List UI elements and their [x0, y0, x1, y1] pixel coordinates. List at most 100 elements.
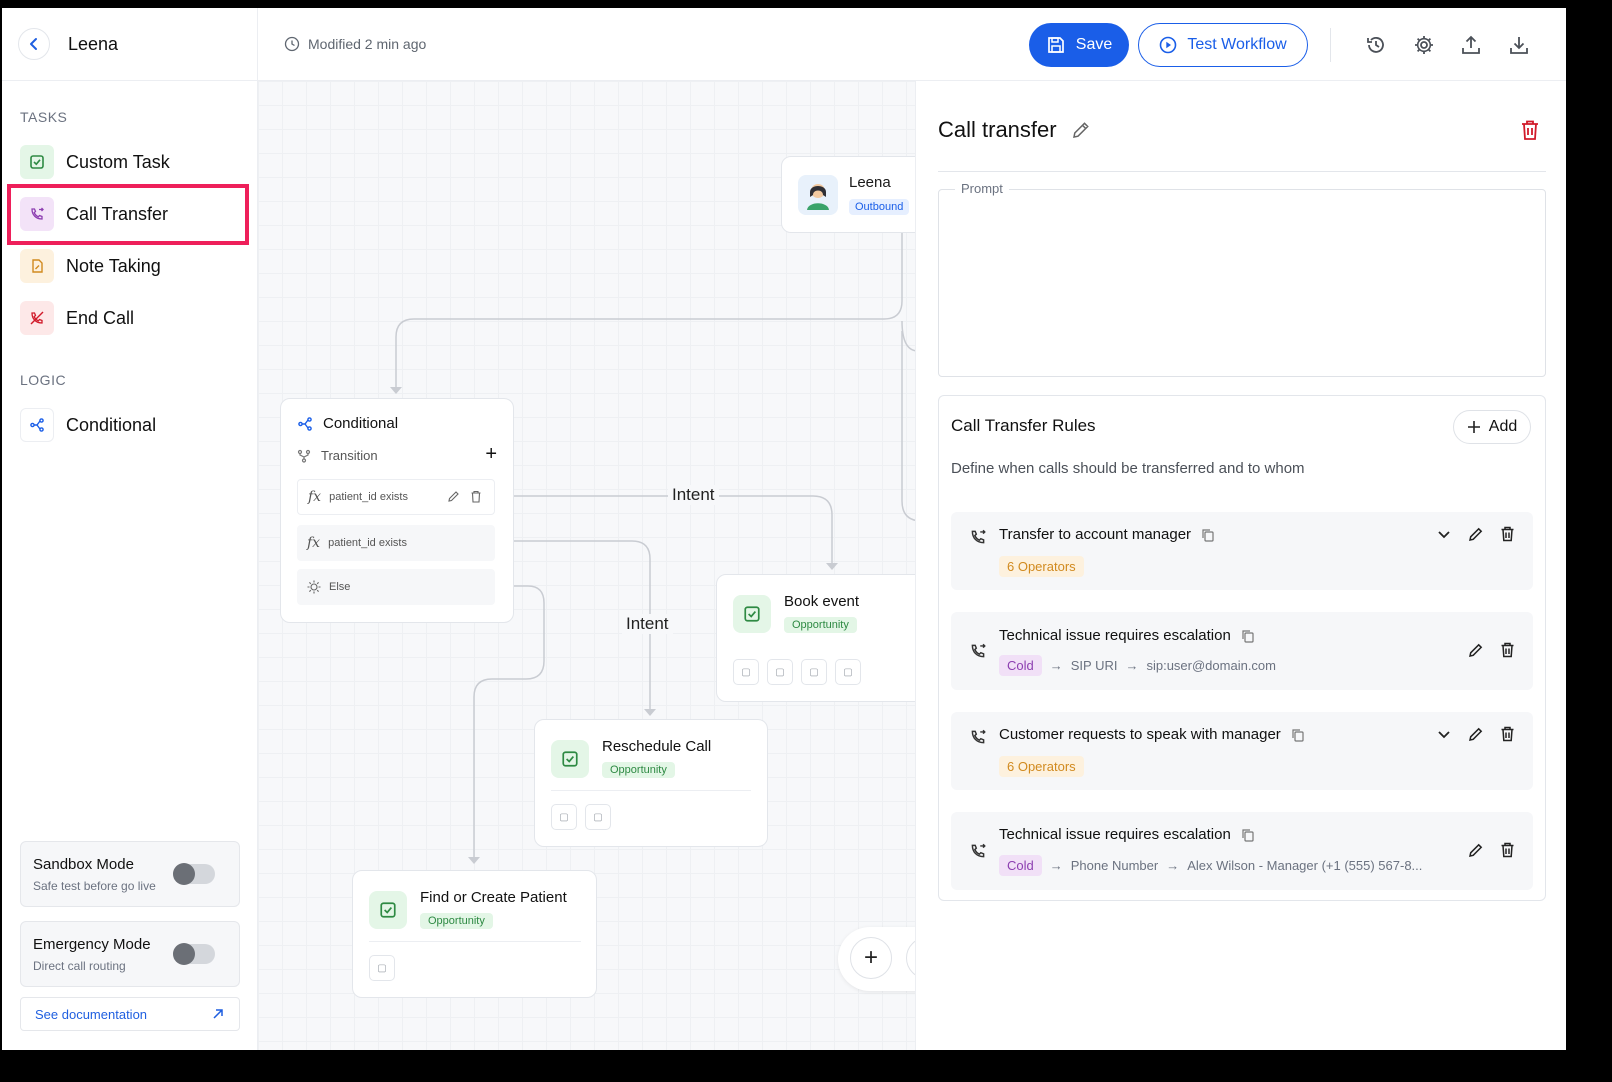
prompt-field[interactable]: Prompt	[938, 181, 1546, 377]
task-node-badge: Opportunity	[784, 617, 857, 633]
condition-row[interactable]: fx patient_id exists	[297, 525, 495, 561]
check-square-icon	[551, 740, 589, 778]
transition-row: Transition	[297, 448, 378, 463]
add-transition-button[interactable]: +	[485, 443, 497, 466]
rule-meta: Cold → SIP URI → sip:user@domain.com	[999, 655, 1276, 676]
task-action-icon[interactable]: ▢	[369, 955, 395, 981]
properties-panel: Call transfer Prompt Call Transfer Rules…	[915, 81, 1566, 1050]
back-button[interactable]	[18, 28, 50, 60]
sidebar-item-label: Custom Task	[66, 151, 170, 172]
phone-transfer-icon	[969, 728, 987, 751]
transfer-rule[interactable]: Technical issue requires escalation Cold…	[951, 812, 1533, 890]
operators-badge: 6 Operators	[999, 556, 1084, 577]
task-action-icon[interactable]: ▢	[585, 804, 611, 830]
function-icon: fx	[308, 489, 322, 505]
transfer-rule[interactable]: Technical issue requires escalation Cold…	[951, 612, 1533, 690]
edit-icon[interactable]	[1071, 120, 1091, 140]
edit-icon[interactable]	[1468, 842, 1484, 858]
phone-transfer-icon	[969, 842, 987, 865]
transfer-rule[interactable]: Transfer to account manager 6 Operators	[951, 512, 1533, 590]
workflow-name: Leena	[68, 33, 119, 54]
agent-avatar-icon	[807, 184, 829, 210]
copy-icon[interactable]	[1241, 629, 1255, 643]
arrow-right-icon: →	[1166, 858, 1180, 873]
check-square-icon	[20, 145, 54, 179]
task-node-find-or-create-patient[interactable]: Find or Create Patient Opportunity ▢	[352, 870, 597, 998]
sidebar-item-label: Note Taking	[66, 255, 161, 276]
download-icon[interactable]	[1506, 32, 1532, 58]
play-circle-icon	[1160, 36, 1177, 54]
phone-off-icon	[20, 301, 54, 335]
trash-icon[interactable]	[470, 490, 482, 506]
agent-node-title: Leena	[849, 174, 891, 191]
documentation-link[interactable]: See documentation	[20, 997, 240, 1031]
task-node-title: Find or Create Patient	[420, 889, 567, 906]
trash-icon[interactable]	[1500, 642, 1515, 658]
task-action-icon[interactable]: ▢	[551, 804, 577, 830]
trash-icon[interactable]	[1500, 726, 1515, 742]
trash-icon[interactable]	[1500, 526, 1515, 542]
rules-description: Define when calls should be transferred …	[951, 460, 1305, 477]
task-action-icon[interactable]: ▢	[733, 659, 759, 685]
settings-icon[interactable]	[1411, 32, 1437, 58]
workflow-canvas[interactable]: Leena Outbound Conditional Transition + …	[258, 81, 916, 1050]
rule-actions	[1468, 642, 1515, 658]
branch-icon	[20, 408, 54, 442]
agent-node[interactable]: Leena Outbound	[781, 156, 916, 233]
emergency-toggle[interactable]	[173, 943, 215, 965]
add-rule-button[interactable]: Add	[1453, 410, 1531, 444]
edit-icon[interactable]	[1468, 526, 1484, 542]
arrow-right-icon: →	[1049, 658, 1063, 673]
delete-node-icon[interactable]	[1520, 119, 1540, 146]
tasks-section-label: TASKS	[20, 109, 68, 125]
upload-icon[interactable]	[1458, 32, 1484, 58]
task-node-reschedule-call[interactable]: Reschedule Call Opportunity ▢ ▢	[534, 719, 768, 847]
task-action-icon[interactable]: ▢	[767, 659, 793, 685]
chevron-down-icon[interactable]	[1436, 526, 1452, 542]
sidebar-item-end-call[interactable]: End Call	[20, 298, 246, 338]
modified-text: Modified 2 min ago	[308, 36, 427, 52]
sandbox-toggle[interactable]	[173, 863, 215, 885]
panel-title: Call transfer	[938, 117, 1057, 142]
chevron-down-icon[interactable]	[1436, 726, 1452, 742]
arrow-right-icon: →	[1049, 858, 1063, 873]
trash-icon[interactable]	[1500, 842, 1515, 858]
conditional-node-title: Conditional	[323, 415, 399, 432]
sidebar-item-label: Conditional	[66, 414, 157, 435]
condition-row[interactable]: fx patient_id exists	[297, 479, 495, 515]
task-node-book-event[interactable]: Book event Opportunity ▢ ▢ ▢ ▢	[716, 574, 916, 702]
add-node-button[interactable]: +	[850, 937, 892, 979]
task-node-badge: Opportunity	[420, 913, 493, 929]
sidebar-item-note-taking[interactable]: Note Taking	[20, 246, 246, 286]
edit-icon[interactable]	[1468, 642, 1484, 658]
task-node-title: Reschedule Call	[602, 738, 712, 755]
sidebar-item-conditional[interactable]: Conditional	[20, 405, 246, 445]
note-icon	[20, 249, 54, 283]
copy-icon[interactable]	[1241, 828, 1255, 842]
rule-meta: Cold → Phone Number → Alex Wilson - Mana…	[999, 855, 1459, 876]
else-row[interactable]: Else	[297, 569, 495, 605]
edit-icon[interactable]	[447, 490, 460, 506]
screen-edge	[1566, 0, 1612, 1082]
history-icon[interactable]	[1363, 32, 1389, 58]
save-button[interactable]: Save	[1029, 23, 1129, 67]
selection-highlight	[7, 184, 249, 245]
rules-title: Call Transfer Rules	[951, 416, 1096, 435]
fork-icon	[297, 449, 311, 463]
chevron-left-icon	[30, 38, 37, 50]
conditional-node[interactable]: Conditional Transition + fx patient_id e…	[280, 398, 514, 623]
documentation-link-label: See documentation	[35, 1006, 148, 1022]
rule-name: Customer requests to speak with manager	[999, 726, 1281, 743]
copy-icon[interactable]	[1201, 528, 1215, 542]
task-action-icon[interactable]: ▢	[801, 659, 827, 685]
sidebar-item-custom-task[interactable]: Custom Task	[20, 142, 246, 182]
transfer-rule[interactable]: Customer requests to speak with manager …	[951, 712, 1533, 790]
transfer-type-badge: Cold	[999, 855, 1042, 876]
copy-icon[interactable]	[1291, 728, 1305, 742]
save-icon	[1047, 37, 1064, 53]
arrow-up-right-icon	[213, 1009, 223, 1019]
edit-icon[interactable]	[1468, 726, 1484, 742]
rule-meta: 6 Operators	[999, 556, 1084, 577]
test-workflow-button[interactable]: Test Workflow	[1138, 23, 1308, 67]
task-action-icon[interactable]: ▢	[835, 659, 861, 685]
